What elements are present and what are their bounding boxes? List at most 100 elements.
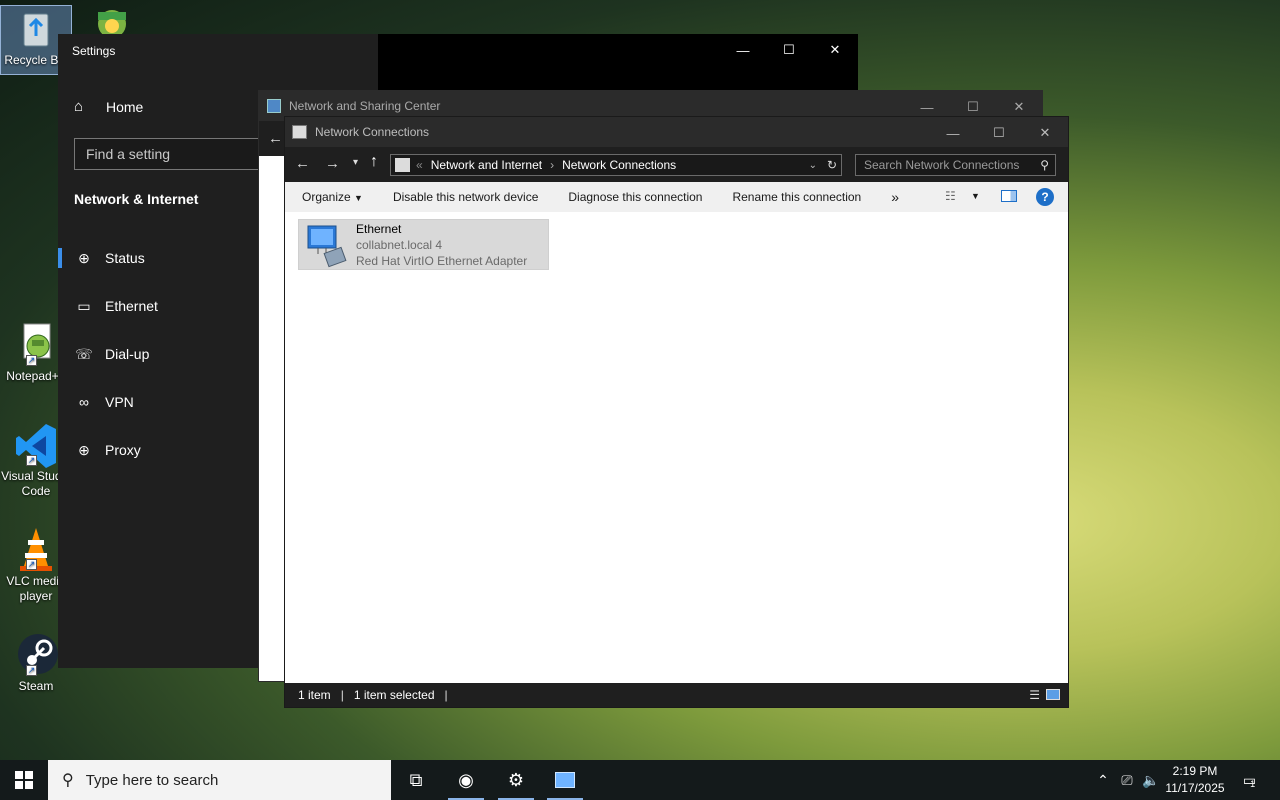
settings-window-controls: — ☐ ✕ <box>720 34 858 66</box>
address-field[interactable]: « Network and Internet › Network Connect… <box>390 154 842 176</box>
connection-network: collabnet.local 4 <box>356 238 443 252</box>
details-view-icon[interactable]: ☰ <box>1029 688 1040 702</box>
globe-status-icon: ⊕ <box>78 249 90 266</box>
notification-count: 1 <box>1250 779 1256 789</box>
diagnose-button[interactable]: Diagnose this connection <box>553 190 717 204</box>
up-arrow-icon[interactable]: ↑ <box>370 153 378 171</box>
back-arrow-icon[interactable]: ← <box>295 155 310 172</box>
maximize-icon[interactable]: ☐ <box>976 117 1022 149</box>
nsc-app-icon <box>267 99 281 113</box>
chevron-up-icon: ⌃ <box>1097 771 1109 788</box>
refresh-icon[interactable]: ↻ <box>827 158 837 172</box>
item-count: 1 item <box>298 688 331 702</box>
organize-button[interactable]: Organize ▼ <box>285 190 378 204</box>
settings-nav-proxy[interactable]: ⊕ Proxy <box>58 430 258 470</box>
organize-dropdown-icon: ▼ <box>354 193 363 203</box>
search-connections-input[interactable]: Search Network Connections ⚲ <box>855 154 1056 176</box>
taskbar-steam[interactable]: ◉ <box>442 760 490 800</box>
ethernet-connection-item[interactable]: Ethernet collabnet.local 4 Red Hat VirtI… <box>298 219 549 270</box>
steam-icon: ◉ <box>458 769 474 790</box>
nav-label: Ethernet <box>105 298 158 314</box>
rename-button[interactable]: Rename this connection <box>717 190 876 204</box>
preview-pane-icon[interactable] <box>1001 190 1017 202</box>
nc-window-controls: — ☐ ✕ <box>930 117 1068 149</box>
recent-locations-icon[interactable]: ▾ <box>353 157 358 168</box>
proxy-globe-icon: ⊕ <box>78 441 90 458</box>
network-adapter-icon <box>304 224 348 271</box>
close-icon[interactable]: ✕ <box>812 34 858 66</box>
breadcrumb-network-internet[interactable]: Network and Internet <box>431 158 542 172</box>
volume-muted-icon[interactable]: 🔈 <box>1140 760 1162 800</box>
vscode-icon: ↗ <box>14 422 58 468</box>
clock-date: 11/17/2025 <box>1165 781 1225 795</box>
view-dropdown-icon[interactable]: ▼ <box>971 191 980 201</box>
settings-nav-vpn[interactable]: ∞ VPN <box>58 382 258 422</box>
task-view-icon: ⧉ <box>409 769 423 790</box>
settings-home-link[interactable]: ⌂ Home <box>74 98 143 115</box>
nc-status-bar: 1 item | 1 item selected | ☰ <box>285 683 1068 707</box>
taskbar-search-box[interactable]: ⚲ Type here to search <box>48 760 391 800</box>
vpn-icon: ∞ <box>79 394 89 410</box>
maximize-icon[interactable]: ☐ <box>766 34 812 66</box>
nc-content-area[interactable]: Ethernet collabnet.local 4 Red Hat VirtI… <box>285 213 1068 683</box>
selected-count: 1 item selected <box>353 688 435 702</box>
address-dropdown-icon[interactable]: ⌄ <box>809 160 817 171</box>
clock-time: 2:19 PM <box>1172 764 1218 778</box>
breadcrumb-network-connections[interactable]: Network Connections <box>562 158 676 172</box>
nsc-title: Network and Sharing Center <box>289 99 441 113</box>
nav-label: Dial-up <box>105 346 150 362</box>
nc-title: Network Connections <box>315 125 430 139</box>
settings-nav-ethernet[interactable]: ▭ Ethernet <box>58 286 258 326</box>
desktop-icon-game[interactable] <box>88 6 136 38</box>
settings-title: Settings <box>72 44 116 58</box>
nav-label: VPN <box>105 394 134 410</box>
control-panel-icon <box>555 772 575 788</box>
help-icon[interactable]: ? <box>1036 188 1054 206</box>
vlc-cone-icon: ↗ <box>14 526 58 571</box>
find-setting-input[interactable]: Find a setting <box>74 138 274 170</box>
breadcrumb-separator-icon: › <box>550 158 555 172</box>
task-view-button[interactable]: ⧉ <box>392 760 440 800</box>
more-commands-icon[interactable]: » <box>876 189 914 205</box>
overflow-chevron-icon[interactable]: « <box>416 158 423 172</box>
home-icon: ⌂ <box>74 98 84 115</box>
network-tray-icon[interactable]: ⎚ <box>1116 760 1138 800</box>
location-icon <box>395 158 410 172</box>
disable-device-button[interactable]: Disable this network device <box>378 190 553 204</box>
close-icon[interactable]: ✕ <box>1022 117 1068 149</box>
tiles-view-icon[interactable] <box>1046 689 1060 700</box>
desktop-icon-label: Notepad++ <box>6 369 66 383</box>
dialup-icon: ☏ <box>75 345 93 362</box>
connection-name: Ethernet <box>356 222 402 236</box>
taskbar-settings[interactable]: ⚙ <box>492 760 540 800</box>
show-hidden-icons-button[interactable]: ⌃ <box>1092 760 1114 800</box>
steam-icon: ↗ <box>14 632 58 676</box>
home-label: Home <box>106 98 144 115</box>
network-connections-window: Network Connections — ☐ ✕ ← → ▾ ↑ « Netw… <box>284 116 1069 708</box>
connection-adapter: Red Hat VirtIO Ethernet Adapter <box>356 254 528 268</box>
minimize-icon[interactable]: — <box>720 34 766 66</box>
nav-label: Proxy <box>105 442 141 458</box>
minimize-icon[interactable]: — <box>930 117 976 149</box>
ethernet-icon: ▭ <box>77 297 91 314</box>
taskbar-network-connections[interactable] <box>541 760 589 800</box>
settings-nav-status[interactable]: ⊕ Status <box>58 238 258 278</box>
search-placeholder: Search Network Connections <box>864 158 1020 172</box>
nav-label: Status <box>105 250 145 266</box>
search-icon: ⚲ <box>1040 158 1049 172</box>
nsc-back-icon[interactable]: ← <box>259 121 285 156</box>
forward-arrow-icon[interactable]: → <box>325 155 340 172</box>
nc-address-bar: ← → ▾ ↑ « Network and Internet › Network… <box>285 147 1068 182</box>
taskbar-search-placeholder: Type here to search <box>85 771 219 789</box>
change-view-icon[interactable]: ☷ <box>945 189 956 203</box>
recycle-bin-icon <box>14 6 58 50</box>
notepadpp-icon: ↗ <box>14 322 58 366</box>
windows-logo-icon <box>15 771 33 789</box>
taskbar: ⚲ Type here to search ⧉ ◉ ⚙ ⌃ ⎚ 🔈 2:19 P… <box>0 760 1280 800</box>
start-button[interactable] <box>0 760 48 800</box>
settings-nav-dialup[interactable]: ☏ Dial-up <box>58 334 258 374</box>
nc-app-icon <box>292 125 307 139</box>
action-center-button[interactable]: ▭ 1 <box>1234 760 1264 800</box>
nc-command-bar: Organize ▼ Disable this network device D… <box>285 182 1068 212</box>
taskbar-clock[interactable]: 2:19 PM 11/17/2025 <box>1162 763 1228 797</box>
